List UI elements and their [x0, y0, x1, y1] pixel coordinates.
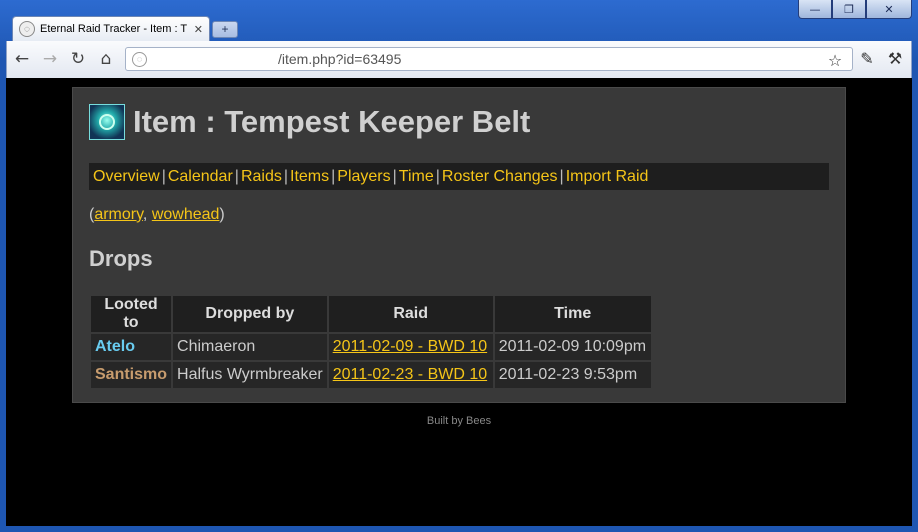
page-viewport: Item : Tempest Keeper Belt Overview | Cale… — [6, 78, 912, 526]
header-dropped-by: Dropped by — [173, 296, 327, 332]
nav-separator: | — [435, 168, 440, 185]
address-bar[interactable]: ◌ /item.php?id=63495 — [125, 47, 853, 71]
footer-credit: Built by Bees — [426, 415, 492, 427]
raid-link[interactable]: 2011-02-23 - BWD 10 — [333, 366, 487, 383]
comma-separator: , — [142, 206, 152, 223]
page-title: Item : Tempest Keeper Belt — [133, 104, 531, 139]
paren-close: ) — [219, 206, 225, 223]
nav-separator: | — [161, 168, 166, 185]
drops-heading: Drops — [89, 246, 153, 271]
nav-calendar[interactable]: Calendar — [168, 168, 233, 185]
table-row: Santismo Halfus Wyrmbreaker 2011-02-23 -… — [91, 362, 651, 388]
table-row: Atelo Chimaeron 2011-02-09 - BWD 10 2011… — [91, 334, 651, 360]
nav-raids[interactable]: Raids — [241, 168, 282, 185]
page-menu-icon[interactable]: ✎ — [857, 49, 877, 69]
nav-roster-changes[interactable]: Roster Changes — [442, 168, 558, 185]
dropped-by-cell: Halfus Wyrmbreaker — [173, 362, 327, 388]
reload-icon[interactable]: ↻ — [67, 48, 89, 70]
wrench-icon[interactable]: ⚒ — [885, 49, 905, 69]
nav-players[interactable]: Players — [337, 168, 390, 185]
time-cell: 2011-02-23 9:53pm — [494, 362, 651, 388]
nav-overview[interactable]: Overview — [93, 168, 160, 185]
minimize-button[interactable]: — — [798, 0, 832, 19]
table-header-row: Looted to Dropped by Raid Time — [91, 296, 651, 332]
globe-icon: ◌ — [132, 52, 147, 67]
close-window-button[interactable]: ✕ — [866, 0, 912, 19]
raid-link[interactable]: 2011-02-09 - BWD 10 — [333, 338, 487, 355]
nav-separator: | — [559, 168, 564, 185]
content-panel: Item : Tempest Keeper Belt Overview | Cale… — [72, 87, 846, 403]
raid-cell: 2011-02-09 - BWD 10 — [328, 334, 493, 360]
header-time: Time — [494, 296, 651, 332]
forward-icon[interactable]: → — [39, 48, 61, 70]
time-cell: 2011-02-09 10:09pm — [494, 334, 651, 360]
tab-title: Eternal Raid Tracker - Item : T — [40, 23, 188, 35]
window-controls: — ❐ ✕ — [798, 0, 912, 19]
nav-separator: | — [234, 168, 239, 185]
close-icon[interactable]: ✕ — [194, 23, 203, 36]
dropped-by-cell: Chimaeron — [173, 334, 327, 360]
maximize-button[interactable]: ❐ — [832, 0, 866, 19]
header-looted-to: Looted to — [91, 296, 172, 332]
raid-cell: 2011-02-23 - BWD 10 — [328, 362, 493, 388]
wowhead-link[interactable]: wowhead — [152, 206, 220, 223]
main-nav: Overview | Calendar | Raids | Items | Players | Ti… — [89, 163, 829, 190]
star-icon[interactable]: ☆ — [825, 51, 845, 71]
page-heading: Item : Tempest Keeper Belt — [89, 104, 530, 140]
browser-toolbar: ← → ↻ ⌂ ◌ /item.php?id=63495 ☆ ✎ ⚒ — [6, 41, 912, 78]
browser-window: — ❐ ✕ ◌ Eternal Raid Tracker - Item : T … — [0, 0, 918, 532]
address-url: /item.php?id=63495 — [278, 51, 402, 67]
nav-time[interactable]: Time — [399, 168, 434, 185]
looted-to-cell[interactable]: Santismo — [91, 362, 172, 388]
external-links: (armory, wowhead) — [89, 206, 225, 224]
home-icon[interactable]: ⌂ — [95, 48, 117, 70]
looted-to-cell[interactable]: Atelo — [91, 334, 172, 360]
nav-separator: | — [283, 168, 288, 185]
nav-separator: | — [392, 168, 397, 185]
new-tab-button[interactable]: + — [212, 21, 238, 38]
armory-link[interactable]: armory — [94, 206, 143, 223]
nav-import-raid[interactable]: Import Raid — [566, 168, 649, 185]
back-icon[interactable]: ← — [11, 48, 33, 70]
item-belt-icon — [89, 104, 125, 140]
browser-tab[interactable]: ◌ Eternal Raid Tracker - Item : T ✕ — [12, 16, 210, 41]
header-raid: Raid — [328, 296, 493, 332]
globe-icon: ◌ — [19, 21, 35, 37]
nav-items[interactable]: Items — [290, 168, 329, 185]
drops-table: Looted to Dropped by Raid Time Atelo Chi… — [89, 294, 653, 390]
